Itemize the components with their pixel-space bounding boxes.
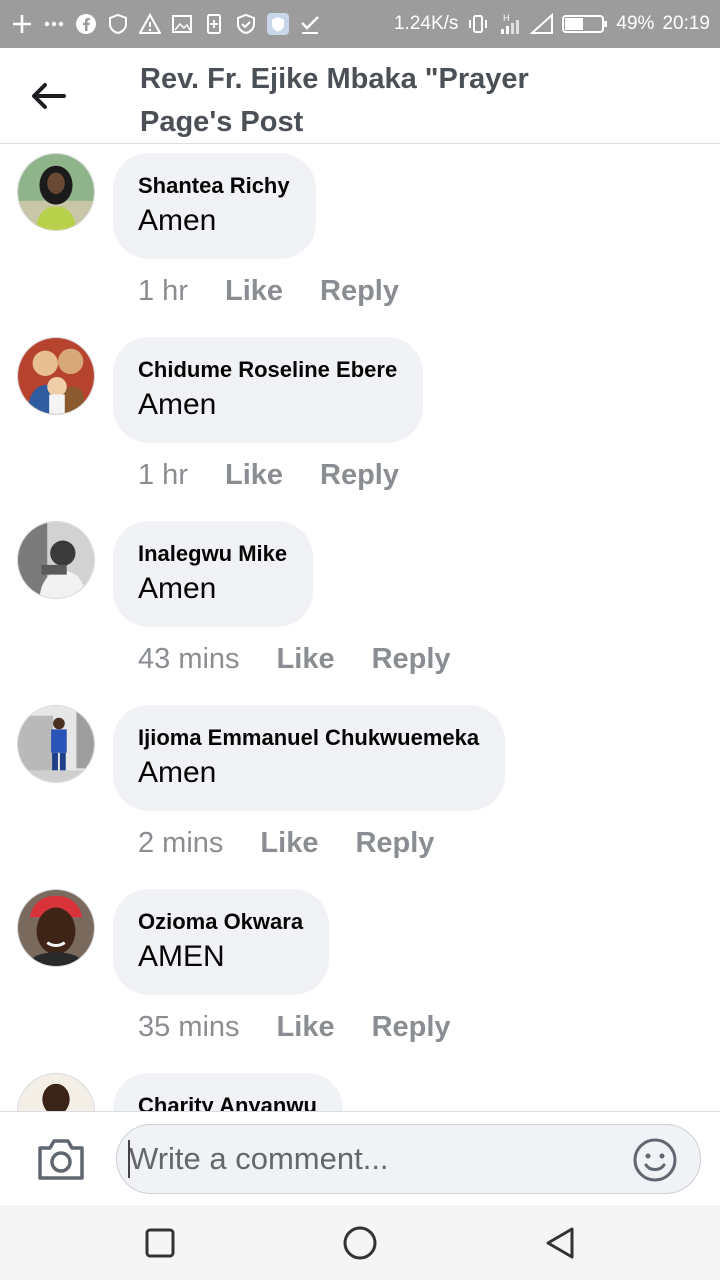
comment-time[interactable]: 35 mins — [138, 1011, 240, 1044]
reply-button[interactable]: Reply — [355, 827, 434, 860]
avatar[interactable] — [17, 521, 95, 599]
comment-bubble[interactable]: Chidume Roseline Ebere Amen — [113, 337, 424, 443]
check-icon — [298, 12, 322, 36]
like-button[interactable]: Like — [225, 275, 283, 308]
comment-item: Chidume Roseline Ebere Amen 1 hr Like Re… — [0, 329, 720, 513]
comment-time[interactable]: 1 hr — [138, 459, 188, 492]
avatar[interactable] — [17, 705, 95, 783]
comment-author[interactable]: Inalegwu Mike — [138, 539, 287, 569]
like-button[interactable]: Like — [277, 1011, 335, 1044]
comment-time[interactable]: 1 hr — [138, 275, 188, 308]
sim-icon — [202, 12, 226, 36]
like-button[interactable]: Like — [277, 643, 335, 676]
back-triangle-icon — [546, 1227, 574, 1259]
comment-time[interactable]: 2 mins — [138, 827, 223, 860]
post-header: Rev. Fr. Ejike Mbaka "Prayer Page's Post — [0, 48, 720, 144]
home-button[interactable] — [340, 1223, 380, 1263]
comment-meta: 1 hr Like Reply — [138, 459, 399, 492]
comment-author[interactable]: Ijioma Emmanuel Chukwuemeka — [138, 723, 479, 753]
comment-bubble[interactable]: Ijioma Emmanuel Chukwuemeka Amen — [113, 705, 506, 811]
comment-bubble[interactable]: Shantea Richy Amen — [113, 153, 316, 259]
comment-bubble[interactable]: Charity Anyanwu — [113, 1073, 343, 1111]
comment-input[interactable] — [116, 1124, 701, 1194]
back-nav-button[interactable] — [540, 1223, 580, 1263]
reply-button[interactable]: Reply — [372, 1011, 451, 1044]
comment-item: Inalegwu Mike Amen 43 mins Like Reply — [0, 513, 720, 697]
comment-bubble[interactable]: Ozioma Okwara AMEN — [113, 889, 330, 995]
plus-icon — [10, 12, 34, 36]
status-bar-right: 1.24K/s H 49% 20:19 — [394, 12, 710, 36]
avatar[interactable] — [17, 337, 95, 415]
comment-bubble[interactable]: Inalegwu Mike Amen — [113, 521, 314, 627]
comment-author[interactable]: Ozioma Okwara — [138, 907, 303, 937]
network-speed: 1.24K/s — [393, 13, 459, 34]
reply-button[interactable]: Reply — [372, 643, 451, 676]
comment-meta: 2 mins Like Reply — [138, 827, 434, 860]
clock: 20:19 — [662, 13, 710, 34]
comment-text: Amen — [138, 572, 217, 605]
comment-text: AMEN — [138, 940, 225, 973]
arrow-left-icon — [32, 83, 66, 109]
comment-text: Amen — [138, 204, 217, 237]
emoji-button[interactable] — [632, 1137, 678, 1183]
status-bar: 1.24K/s H 49% 20:19 — [0, 0, 720, 48]
comment-meta: 35 mins Like Reply — [138, 1011, 451, 1044]
camera-button[interactable] — [36, 1136, 86, 1182]
home-circle-icon — [343, 1226, 377, 1260]
recents-square-icon — [145, 1228, 175, 1258]
like-button[interactable]: Like — [260, 827, 318, 860]
comment-meta: 1 hr Like Reply — [138, 275, 399, 308]
reply-button[interactable]: Reply — [320, 275, 399, 308]
image-icon — [170, 12, 194, 36]
comment-author[interactable]: Shantea Richy — [138, 171, 290, 201]
comment-time[interactable]: 43 mins — [138, 643, 240, 676]
text-cursor — [128, 1140, 130, 1178]
shield-icon — [106, 12, 130, 36]
recents-button[interactable] — [140, 1223, 180, 1263]
back-button[interactable] — [24, 76, 72, 116]
comment-author[interactable]: Chidume Roseline Ebere — [138, 355, 397, 385]
signal-h-icon: H — [498, 12, 522, 36]
comment-author[interactable]: Charity Anyanwu — [138, 1091, 317, 1111]
avatar[interactable] — [17, 1073, 95, 1111]
warning-icon — [138, 12, 162, 36]
emoji-icon — [633, 1138, 677, 1182]
avatar[interactable] — [17, 153, 95, 231]
signal-icon — [530, 12, 554, 36]
comment-text: Amen — [138, 388, 217, 421]
facebook-icon — [74, 12, 98, 36]
camera-icon — [38, 1139, 84, 1180]
battery-percent: 49% — [616, 13, 655, 34]
shield-check-icon — [234, 12, 258, 36]
app-icon — [266, 12, 290, 36]
like-button[interactable]: Like — [225, 459, 283, 492]
comment-item: Ijioma Emmanuel Chukwuemeka Amen 2 mins … — [0, 697, 720, 881]
reply-button[interactable]: Reply — [320, 459, 399, 492]
comment-text: Amen — [138, 756, 217, 789]
status-bar-left — [10, 12, 322, 36]
page-title: Rev. Fr. Ejike Mbaka "Prayer Page's Post — [140, 63, 529, 138]
comment-composer — [0, 1111, 720, 1205]
navigation-bar — [0, 1205, 720, 1280]
comment-item: Ozioma Okwara AMEN 35 mins Like Reply — [0, 881, 720, 1065]
battery-icon — [562, 12, 608, 36]
svg-text:H: H — [503, 13, 510, 23]
vibrate-icon — [466, 12, 490, 36]
comment-item: Charity Anyanwu — [0, 1065, 720, 1111]
comment-meta: 43 mins Like Reply — [138, 643, 451, 676]
more-icon — [42, 12, 66, 36]
comment-item: Shantea Richy Amen 1 hr Like Reply — [0, 145, 720, 329]
avatar[interactable] — [17, 889, 95, 967]
comments-list[interactable]: Shantea Richy Amen 1 hr Like Reply Chidu… — [0, 145, 720, 1111]
